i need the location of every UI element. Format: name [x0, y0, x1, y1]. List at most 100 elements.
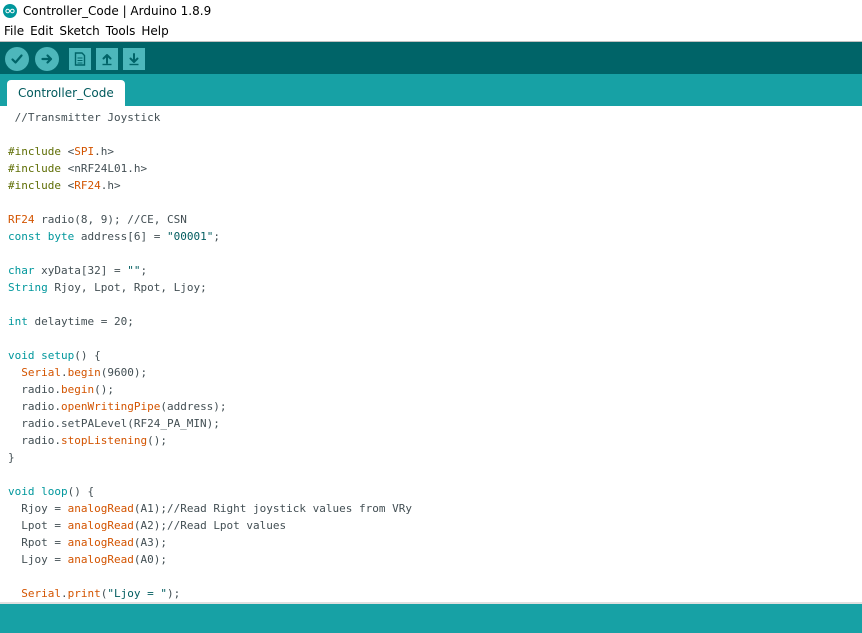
- code-token: begin: [60, 383, 95, 396]
- window-title: Controller_Code | Arduino 1.8.9: [23, 4, 212, 18]
- code-line: void setup() {: [8, 347, 101, 364]
- code-line: char xyData[32] = "";: [8, 262, 147, 279]
- new-sketch-button[interactable]: [69, 47, 91, 70]
- code-token: print: [67, 587, 101, 600]
- code-line: #include <SPI.h>: [8, 143, 114, 160]
- code-token: <nRF24L01.h>: [60, 162, 148, 175]
- code-token: );: [166, 587, 181, 600]
- new-sketch-icon: [74, 51, 86, 66]
- status-bar: [0, 604, 862, 633]
- code-token: String: [8, 281, 48, 294]
- code-line: Rpot = analogRead(A3);: [8, 534, 167, 551]
- code-token: Rjoy, Lpot, Rpot, Ljoy;: [47, 281, 207, 294]
- code-token: Rpot =: [8, 536, 68, 549]
- code-line: radio.setPALevel(RF24_PA_MIN);: [8, 415, 220, 432]
- code-token: (A1);//Read Right joystick values from V…: [133, 502, 412, 515]
- code-token: analogRead: [67, 536, 134, 549]
- code-token: stopListening: [60, 434, 148, 447]
- verify-button[interactable]: [5, 46, 29, 71]
- code-token: analogRead: [67, 553, 134, 566]
- code-token: .h>: [100, 179, 121, 192]
- code-token: delaytime = 20;: [27, 315, 134, 328]
- code-line: String Rjoy, Lpot, Rpot, Ljoy;: [8, 279, 207, 296]
- code-token: "": [127, 264, 141, 277]
- code-token: ;: [213, 230, 220, 243]
- code-token: () {: [74, 349, 101, 362]
- code-token: RF24: [74, 179, 101, 192]
- code-token: <: [60, 179, 75, 192]
- arduino-logo-icon: [3, 4, 17, 18]
- code-token: analogRead: [67, 502, 134, 515]
- code-token: (address);: [160, 400, 227, 413]
- code-token: (A0);: [133, 553, 167, 566]
- code-line: Lpot = analogRead(A2);//Read Lpot values: [8, 517, 286, 534]
- code-token: <: [60, 145, 75, 158]
- open-button[interactable]: [96, 47, 118, 70]
- code-token: #include: [8, 179, 61, 192]
- code-token: void: [8, 485, 35, 498]
- code-token: radio.: [8, 434, 61, 447]
- code-token: radio(8, 9); //CE, CSN: [34, 213, 187, 226]
- code-line: Ljoy = analogRead(A0);: [8, 551, 167, 568]
- code-token: byte: [47, 230, 75, 243]
- code-token: Lpot =: [8, 519, 68, 532]
- code-token: "Ljoy = ": [107, 587, 167, 600]
- code-line: Serial.begin(9600);: [8, 364, 147, 381]
- code-token: radio.: [8, 383, 61, 396]
- menu-tools[interactable]: Tools: [103, 24, 139, 38]
- code-token: () {: [67, 485, 95, 498]
- code-token: begin: [67, 366, 101, 379]
- code-token: int: [8, 315, 28, 328]
- code-line: radio.openWritingPipe(address);: [8, 398, 227, 415]
- code-line: Rjoy = analogRead(A1);//Read Right joyst…: [8, 500, 412, 517]
- code-token: (A2);//Read Lpot values: [133, 519, 287, 532]
- code-line: const byte address[6] = "00001";: [8, 228, 220, 245]
- code-editor[interactable]: //Transmitter Joystick #include <SPI.h> #i…: [0, 106, 862, 602]
- code-token: void: [8, 349, 35, 362]
- code-token: ;: [140, 264, 148, 277]
- code-token: setup: [41, 349, 75, 362]
- code-line: radio.begin();: [8, 381, 114, 398]
- code-token: openWritingPipe: [60, 400, 161, 413]
- menu-sketch[interactable]: Sketch: [56, 24, 102, 38]
- tab-strip: Controller_Code: [0, 74, 862, 106]
- code-token: (A3);: [133, 536, 167, 549]
- code-token: SPI: [74, 145, 95, 158]
- open-arrow-up-icon: [102, 53, 112, 65]
- code-token: //Transmitter Joystick: [8, 111, 161, 124]
- code-token: radio.setPALevel(RF24_PA_MIN);: [8, 417, 220, 430]
- code-token: Ljoy =: [8, 553, 68, 566]
- menu-help[interactable]: Help: [138, 24, 171, 38]
- code-line: int delaytime = 20;: [8, 313, 134, 330]
- code-token: radio.: [8, 400, 61, 413]
- code-token: }: [8, 451, 15, 464]
- save-button[interactable]: [123, 47, 145, 70]
- code-line: //Transmitter Joystick: [8, 109, 161, 126]
- arduino-ide-window: Controller_Code | Arduino 1.8.9 File Edi…: [0, 0, 862, 633]
- title-bar: Controller_Code | Arduino 1.8.9: [0, 0, 862, 22]
- code-token: .h>: [94, 145, 114, 158]
- menu-edit[interactable]: Edit: [27, 24, 56, 38]
- tab-controller-code[interactable]: Controller_Code: [7, 80, 125, 106]
- code-token: "00001": [166, 230, 214, 243]
- code-token: Rjoy =: [8, 502, 68, 515]
- code-token: RF24: [8, 213, 35, 226]
- arrow-right-icon: [41, 53, 53, 64]
- code-token: loop: [41, 485, 68, 498]
- toolbar: [0, 41, 862, 75]
- code-line: #include <nRF24L01.h>: [8, 160, 147, 177]
- code-token: char: [8, 264, 35, 277]
- upload-button[interactable]: [35, 46, 59, 71]
- code-line: Serial.print("Ljoy = ");: [8, 585, 180, 602]
- save-arrow-down-icon: [129, 52, 139, 65]
- code-token: ();: [94, 383, 114, 396]
- code-token: .: [61, 366, 68, 379]
- menu-bar: File Edit Sketch Tools Help: [0, 22, 862, 40]
- code-line: }: [8, 449, 15, 466]
- code-token: analogRead: [67, 519, 134, 532]
- code-token: xyData[32] =: [34, 264, 128, 277]
- menu-file[interactable]: File: [0, 24, 27, 38]
- code-line: #include <RF24.h>: [8, 177, 121, 194]
